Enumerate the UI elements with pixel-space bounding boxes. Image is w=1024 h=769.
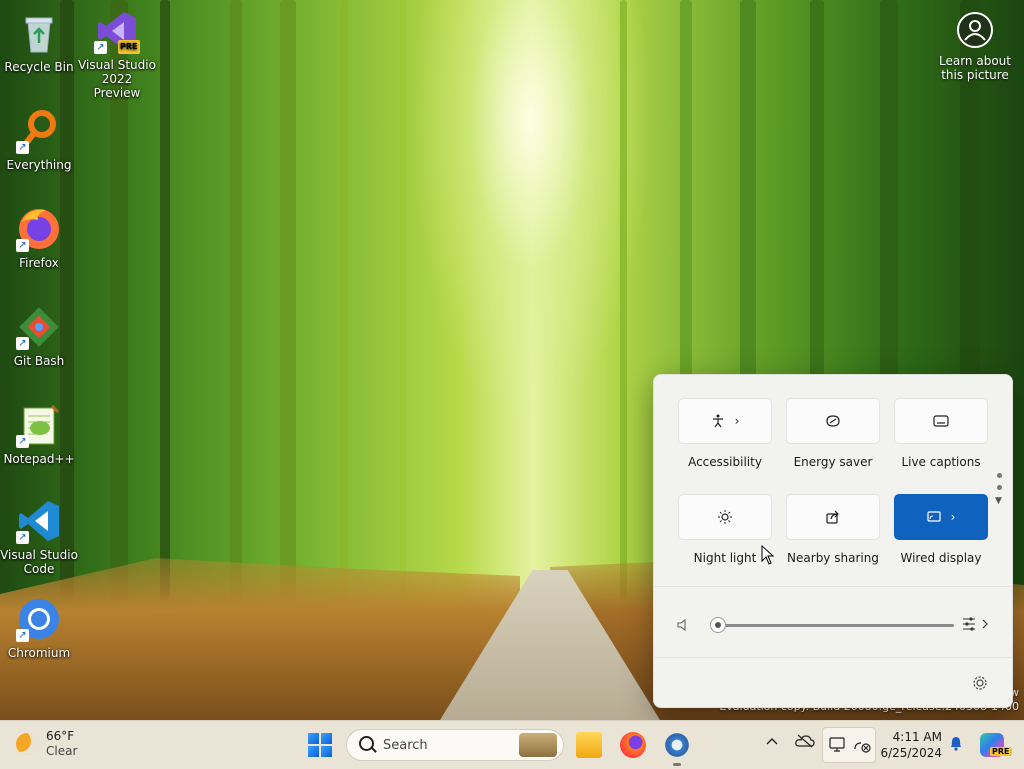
shortcut-arrow-icon: ↗ <box>94 41 107 54</box>
start-button[interactable] <box>308 733 332 757</box>
everything-search-icon: ↗ <box>16 108 62 154</box>
display-icon <box>829 737 845 752</box>
pager-dot-icon[interactable] <box>997 473 1002 478</box>
tile-wired-display[interactable]: › <box>894 494 988 540</box>
shortcut-arrow-icon: ↗ <box>16 141 29 154</box>
search-box[interactable]: Search <box>346 729 564 761</box>
windows-logo-icon <box>308 733 319 744</box>
settings-icon[interactable] <box>664 732 690 758</box>
clock-time: 4:11 AM <box>892 730 942 744</box>
shortcut-arrow-icon: ↗ <box>16 337 29 350</box>
icon-label: Chromium <box>7 646 71 660</box>
night-light-icon <box>718 510 732 524</box>
weather-condition: Clear <box>46 744 78 758</box>
volume-slider-thumb[interactable] <box>710 617 726 633</box>
chromium-icon: ↗ <box>16 596 62 642</box>
nearby-sharing-icon <box>826 510 839 524</box>
wired-display-icon <box>926 511 941 522</box>
clock-date: 6/25/2024 <box>880 746 942 760</box>
network-disconnected-icon <box>854 742 871 753</box>
tile-label-energy-saver: Energy saver <box>793 455 873 469</box>
preview-badge: PRE <box>118 40 140 54</box>
taskbar: 66°F Clear Search 4:11 AM 6/25/2024 PRE <box>0 720 1024 769</box>
learn-about-picture[interactable]: Learn about this picture <box>938 12 1012 82</box>
desktop-icon-visual-studio-preview[interactable]: ↗ PRE Visual Studio 2022 Preview <box>78 8 156 100</box>
shortcut-arrow-icon: ↗ <box>16 629 29 642</box>
icon-label: 2022 Preview <box>93 72 141 100</box>
learn-about-label: Learn about <box>939 54 1011 68</box>
bell-icon[interactable] <box>949 735 963 755</box>
desktop-icon-firefox[interactable]: ↗ Firefox <box>0 206 78 270</box>
icon-label: Visual Studio <box>78 58 156 72</box>
icon-label: Everything <box>6 158 72 172</box>
desktop-icon-git-bash[interactable]: ↗ Git Bash <box>0 304 78 368</box>
search-placeholder: Search <box>383 738 428 753</box>
visual-studio-icon: ↗ PRE <box>94 8 140 54</box>
chevron-up-icon[interactable] <box>766 734 778 750</box>
weather-temperature: 66°F <box>46 729 75 743</box>
live-captions-icon <box>933 415 949 427</box>
copilot-icon[interactable]: PRE <box>980 733 1012 757</box>
active-app-indicator <box>673 763 681 766</box>
firefox-icon: ↗ <box>16 206 62 252</box>
tile-energy-saver[interactable] <box>786 398 880 444</box>
desktop-icon-recycle-bin[interactable]: Recycle Bin <box>0 10 78 74</box>
quick-settings-button[interactable] <box>822 727 876 763</box>
tile-label-accessibility: Accessibility <box>688 455 762 469</box>
weather-widget[interactable]: 66°F Clear <box>16 729 77 759</box>
settings-gear-icon[interactable] <box>972 675 988 695</box>
vscode-icon: ↗ <box>16 498 62 544</box>
git-bash-icon: ↗ <box>16 304 62 350</box>
desktop-icon-vscode[interactable]: ↗ Visual Studio Code <box>0 498 78 576</box>
icon-label: Notepad++ <box>3 452 75 466</box>
chevron-right-icon: › <box>950 510 956 524</box>
copilot-preview-badge: PRE <box>990 747 1012 756</box>
desktop-icon-everything[interactable]: ↗ Everything <box>0 108 78 172</box>
tile-accessibility[interactable]: › <box>678 398 772 444</box>
search-icon <box>359 736 374 751</box>
shortcut-arrow-icon: ↗ <box>16 435 29 448</box>
learn-about-picture-icon <box>957 12 993 48</box>
notepad-plus-plus-icon: ↗ <box>16 402 62 448</box>
shortcut-arrow-icon: ↗ <box>16 239 29 252</box>
desktop-icon-chromium[interactable]: ↗ Chromium <box>0 596 78 660</box>
volume-muted-icon[interactable] <box>676 618 690 636</box>
icon-label: Git Bash <box>13 354 65 368</box>
tile-label-wired-display: Wired display <box>900 551 982 565</box>
onedrive-offline-icon[interactable] <box>795 734 815 752</box>
desktop-icon-notepad-plus-plus[interactable]: ↗ Notepad++ <box>0 402 78 466</box>
tile-label-nearby-sharing: Nearby sharing <box>787 551 879 565</box>
accessibility-icon <box>712 414 723 428</box>
page-down-icon[interactable]: ▼ <box>995 496 1002 506</box>
icon-label: Code <box>23 562 55 576</box>
pager-dot-icon[interactable] <box>997 485 1002 490</box>
energy-saver-icon <box>826 415 840 427</box>
icon-label: Firefox <box>19 256 59 270</box>
volume-slider-track[interactable] <box>718 624 954 627</box>
learn-about-label: this picture <box>941 68 1009 82</box>
shortcut-arrow-icon: ↗ <box>16 531 29 544</box>
icon-label: Recycle Bin <box>4 60 74 74</box>
tile-night-light[interactable] <box>678 494 772 540</box>
clock[interactable]: 4:11 AM 6/25/2024 <box>880 729 942 761</box>
quick-settings-panel: › Accessibility Energy saver Live captio… <box>653 374 1013 708</box>
moon-icon <box>16 733 38 755</box>
chevron-right-icon: › <box>734 414 740 428</box>
divider <box>654 586 1012 587</box>
file-explorer-icon[interactable] <box>576 732 602 758</box>
tile-nearby-sharing[interactable] <box>786 494 880 540</box>
tile-label-live-captions: Live captions <box>901 455 981 469</box>
divider <box>654 657 1012 658</box>
search-highlight-icon[interactable] <box>519 733 557 757</box>
icon-label: Visual Studio <box>0 548 78 562</box>
tile-live-captions[interactable] <box>894 398 988 444</box>
audio-output-selector[interactable] <box>962 616 990 636</box>
mouse-pointer-icon <box>761 545 775 565</box>
sound-mixer-icon <box>963 617 988 631</box>
recycle-bin-icon <box>16 10 62 56</box>
firefox-icon[interactable] <box>620 732 646 758</box>
